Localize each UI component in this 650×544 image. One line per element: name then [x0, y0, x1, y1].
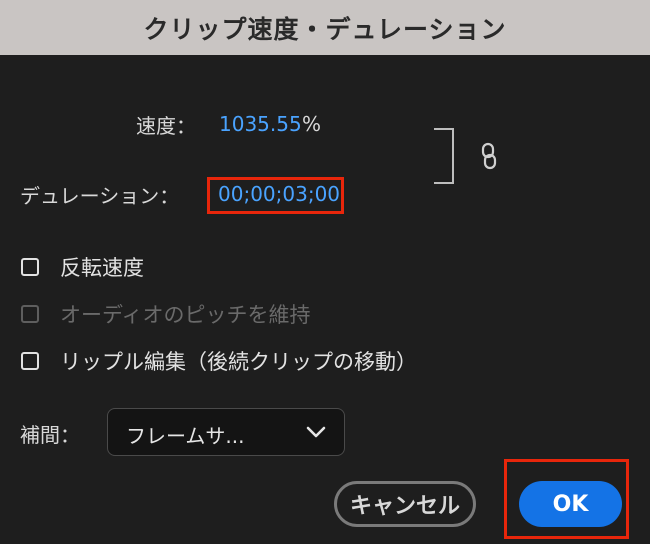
- interpolation-label: 補間：: [20, 423, 80, 447]
- duration-label: デュレーション：: [20, 184, 180, 208]
- clip-speed-duration-dialog: クリップ速度・デュレーション 速度： 1035.55 % デュレーション： 00…: [0, 0, 650, 544]
- speed-unit: %: [302, 112, 322, 136]
- maintain-audio-pitch-label: オーディオのピッチを維持: [60, 303, 311, 327]
- reverse-speed-checkbox[interactable]: 反転速度: [21, 252, 144, 282]
- ripple-edit-label: リップル編集（後続クリップの移動）: [60, 350, 417, 374]
- maintain-audio-pitch-checkbox: オーディオのピッチを維持: [21, 299, 311, 329]
- speed-value[interactable]: 1035.55: [219, 112, 302, 136]
- speed-label: 速度：: [136, 114, 196, 138]
- dialog-title: クリップ速度・デュレーション: [143, 14, 507, 44]
- duration-value[interactable]: 00;00;03;00: [218, 182, 340, 206]
- cancel-button[interactable]: キャンセル: [334, 481, 476, 527]
- interpolation-select[interactable]: フレームサ...: [107, 408, 345, 456]
- ripple-edit-checkbox[interactable]: リップル編集（後続クリップの移動）: [21, 346, 417, 376]
- chevron-down-icon: [306, 426, 326, 438]
- maintain-audio-pitch-box: [21, 305, 39, 323]
- reverse-speed-label: 反転速度: [60, 256, 144, 280]
- reverse-speed-box[interactable]: [21, 258, 39, 276]
- ok-button[interactable]: OK: [519, 481, 622, 527]
- link-bracket: [434, 128, 454, 184]
- title-bar: クリップ速度・デュレーション: [0, 0, 650, 55]
- chain-link-icon[interactable]: [480, 142, 498, 170]
- interpolation-selected-value: フレームサ...: [126, 424, 245, 448]
- ripple-edit-box[interactable]: [21, 352, 39, 370]
